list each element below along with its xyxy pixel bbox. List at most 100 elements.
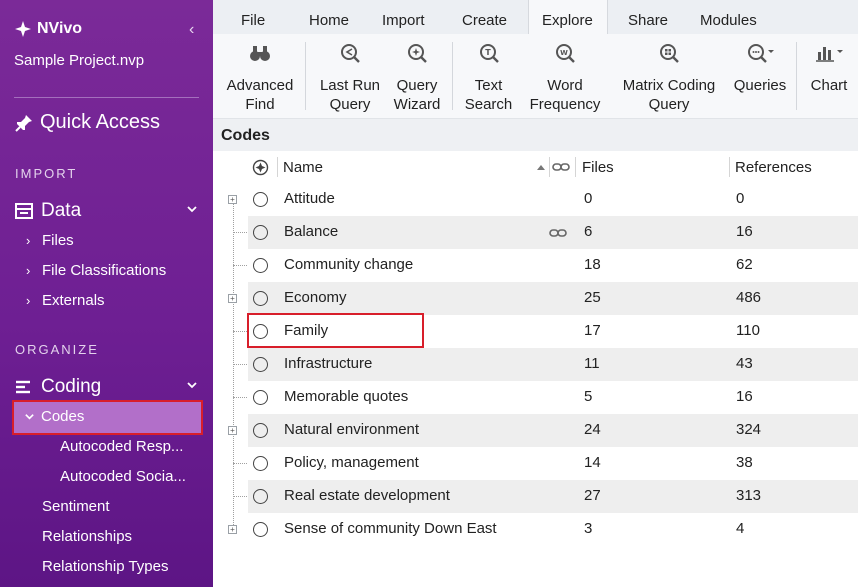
table-row[interactable]: Balance 6 16 <box>213 216 858 249</box>
expand-icon[interactable]: + <box>228 525 237 534</box>
sidebar-item-relationship-types[interactable]: Relationship Types <box>42 558 168 575</box>
chart-icon <box>816 47 843 62</box>
sort-ascending-icon[interactable] <box>536 163 546 171</box>
column-header-name[interactable]: Name <box>283 159 323 176</box>
add-column-icon[interactable] <box>252 159 269 176</box>
chevron-right-icon: › <box>26 293 31 308</box>
list-title: Codes <box>213 119 858 151</box>
code-name: Memorable quotes <box>284 388 409 405</box>
files-count: 25 <box>584 289 601 306</box>
tab-create[interactable]: Create <box>462 0 507 34</box>
ribbon-separator <box>305 42 306 110</box>
files-count: 18 <box>584 256 601 273</box>
query-wizard-icon <box>408 44 427 63</box>
sidebar-item-autocoded-resp[interactable]: Autocoded Resp... <box>60 438 183 455</box>
sidebar-item-externals[interactable]: › Externals <box>26 292 105 309</box>
highlight-box-family <box>247 313 424 348</box>
word-frequency-icon: W <box>556 44 575 63</box>
chart-button[interactable]: Chart <box>805 40 853 95</box>
ribbon-separator <box>452 42 453 110</box>
code-node-icon <box>253 423 268 438</box>
ribbon-tabs: File Home Import Create Explore Share Mo… <box>213 0 858 34</box>
table-row[interactable]: Real estate development 27 313 <box>213 480 858 513</box>
word-frequency-button[interactable]: W Word Frequency <box>525 40 605 114</box>
references-count: 38 <box>736 454 753 471</box>
code-name: Sense of community Down East <box>284 520 497 537</box>
tab-modules[interactable]: Modules <box>700 0 757 34</box>
tree-branch <box>233 397 247 398</box>
references-count: 324 <box>736 421 762 438</box>
tree-branch <box>233 496 247 497</box>
sidebar-item-sentiment[interactable]: Sentiment <box>42 498 110 515</box>
coding-group[interactable]: Coding <box>14 376 200 398</box>
data-group[interactable]: Data <box>14 200 200 222</box>
tab-explore[interactable]: Explore <box>528 0 608 34</box>
code-name: Attitude <box>284 190 335 207</box>
table-row[interactable]: + Natural environment 24 324 <box>213 414 858 447</box>
queries-icon <box>748 44 774 63</box>
references-count: 486 <box>736 289 762 306</box>
table-row[interactable]: + Economy 25 486 <box>213 282 858 315</box>
table-row[interactable]: + Sense of community Down East 3 4 <box>213 513 858 546</box>
table-row[interactable]: Memorable quotes 5 16 <box>213 381 858 414</box>
query-wizard-button[interactable]: Query Wizard <box>389 40 445 114</box>
nvivo-logo-icon <box>15 21 31 37</box>
sidebar-item-file-classifications[interactable]: › File Classifications <box>26 262 166 279</box>
binoculars-icon <box>250 46 270 61</box>
collapse-sidebar-icon[interactable]: ‹ <box>189 21 194 39</box>
sidebar-item-relationships[interactable]: Relationships <box>42 528 132 545</box>
code-name: Natural environment <box>284 421 420 438</box>
quick-access[interactable]: Quick Access <box>14 111 160 134</box>
advanced-find-button[interactable]: Advanced Find <box>225 40 295 114</box>
tab-import[interactable]: Import <box>382 0 425 34</box>
sidebar-item-files[interactable]: › Files <box>26 232 74 249</box>
expand-icon[interactable]: + <box>228 426 237 435</box>
last-run-query-icon <box>341 44 360 63</box>
references-count: 0 <box>736 190 745 207</box>
column-separator <box>549 157 550 177</box>
code-name: Real estate development <box>284 487 450 504</box>
code-name: Economy <box>284 289 347 306</box>
sidebar-item-autocoded-socia[interactable]: Autocoded Socia... <box>60 468 186 485</box>
app-logo: NVivo <box>14 20 82 38</box>
code-node-icon <box>253 258 268 273</box>
tab-share[interactable]: Share <box>628 0 668 34</box>
column-header-references[interactable]: References <box>735 159 812 176</box>
column-separator <box>729 157 730 177</box>
queries-button[interactable]: Queries <box>730 40 790 95</box>
table-row[interactable]: Infrastructure 11 43 <box>213 348 858 381</box>
list-header: Name Files References <box>213 151 858 183</box>
references-count: 313 <box>736 487 762 504</box>
ribbon-toolbar: Advanced Find Last Run Query Query Wizar… <box>213 34 858 119</box>
sidebar: NVivo ‹ Sample Project.nvp Quick Access … <box>0 0 213 587</box>
section-import: IMPORT <box>15 166 78 181</box>
code-node-icon <box>253 489 268 504</box>
text-search-button[interactable]: T Text Search <box>461 40 516 114</box>
table-row[interactable]: Policy, management 14 38 <box>213 447 858 480</box>
tree-branch <box>233 265 247 266</box>
files-count: 17 <box>584 322 601 339</box>
matrix-coding-query-button[interactable]: Matrix Coding Query <box>615 40 723 114</box>
expand-icon[interactable]: + <box>228 294 237 303</box>
code-name: Balance <box>284 223 339 240</box>
expand-icon[interactable]: + <box>228 195 237 204</box>
table-row[interactable]: Community change 18 62 <box>213 249 858 282</box>
sidebar-item-codes[interactable]: Codes <box>12 400 203 435</box>
files-count: 0 <box>584 190 593 207</box>
tree-branch <box>233 364 247 365</box>
link-icon[interactable] <box>552 160 570 174</box>
project-name: Sample Project.nvp <box>14 52 145 69</box>
app-name: NVivo <box>37 20 83 37</box>
database-icon <box>15 203 33 219</box>
files-count: 5 <box>584 388 593 405</box>
last-run-query-button[interactable]: Last Run Query <box>315 40 385 114</box>
files-count: 14 <box>584 454 601 471</box>
section-organize: ORGANIZE <box>15 342 99 357</box>
column-header-files[interactable]: Files <box>582 159 614 176</box>
text-search-icon: T <box>479 44 499 63</box>
tab-home[interactable]: Home <box>309 0 349 34</box>
pin-icon <box>15 114 32 132</box>
tab-file[interactable]: File <box>241 0 265 34</box>
chevron-right-icon: › <box>26 233 31 248</box>
table-row[interactable]: + Attitude 0 0 <box>213 183 858 216</box>
